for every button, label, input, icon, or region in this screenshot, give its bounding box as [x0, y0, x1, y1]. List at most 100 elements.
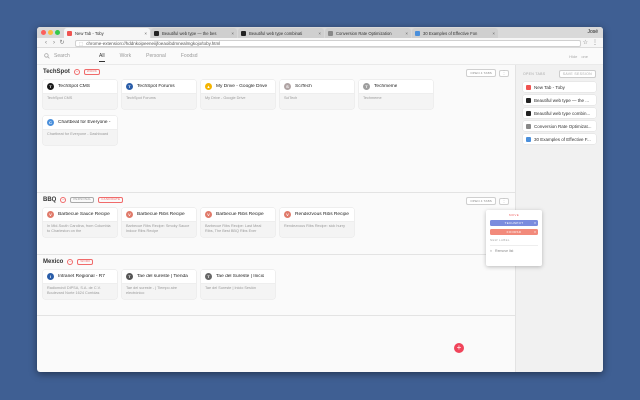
- url-text: chrome-extension://hddnkoipeeneiijfoeaoi…: [86, 41, 221, 46]
- collection-title[interactable]: BBQ: [43, 197, 56, 203]
- open-tab-item[interactable]: 30 Examples of Effective F...: [523, 134, 596, 144]
- collection-options-icon[interactable]: −: [73, 69, 80, 75]
- remove-list-option[interactable]: × Remove list: [490, 249, 538, 253]
- search-icon: [44, 53, 50, 59]
- tab-favicon-icon: [241, 30, 246, 36]
- bookmark-star-icon[interactable]: ☆: [583, 39, 588, 46]
- collection-title[interactable]: Mexico: [43, 259, 63, 265]
- reload-icon[interactable]: ↻: [58, 39, 66, 46]
- open-tab-label: New Tab - Toby: [534, 84, 565, 90]
- filter-tab-personal[interactable]: Personal: [146, 53, 166, 62]
- bookmark-card[interactable]: S SciTech SciTech: [280, 80, 354, 109]
- card-description: Barbecue Ribs Recipe: Last Meal Ribs, Th…: [205, 224, 262, 233]
- profile-name[interactable]: José: [587, 29, 598, 35]
- open-tab-label: Conversion Rate Optimizat...: [534, 123, 592, 129]
- account-menu[interactable]: one: [581, 54, 588, 59]
- bookmark-card[interactable]: V Rendezvous Ribs Recipe Rendezvous Ribs R…: [280, 208, 354, 237]
- filter-tab-all[interactable]: All: [99, 53, 105, 62]
- open-tab-item[interactable]: Beautiful web type combin...: [523, 108, 596, 118]
- open-tabs-header: OPEN TABS SAVE SESSION: [523, 70, 596, 78]
- bookmark-card[interactable]: T TechSpot CMS TechSpot CMS: [43, 80, 117, 109]
- card-header: C Chartbeat for Everyone -: [43, 116, 117, 130]
- card-header: ▲ My Drive - Google Drive: [201, 80, 275, 94]
- tab-favicon-icon: [526, 97, 531, 103]
- collection-title[interactable]: TechSpot: [43, 69, 70, 75]
- close-icon[interactable]: ×: [231, 31, 234, 36]
- bookmark-card[interactable]: T Techmeme Techmeme: [359, 80, 433, 109]
- search-box[interactable]: Search: [44, 53, 70, 59]
- collection-actions: OPEN 4 TABS ⋮: [466, 197, 509, 205]
- open-tab-item[interactable]: New Tab - Toby: [523, 82, 596, 92]
- label-badge[interactable]: PERSONAL: [70, 197, 95, 203]
- site-favicon-icon: V: [47, 211, 54, 218]
- collection-bbq: BBQ − PERSONAL CANDIDATE OPEN 4 TABS ⋮ V Barbec…: [37, 193, 515, 255]
- open-tab-label: 30 Examples of Effective F...: [534, 136, 591, 142]
- tab-favicon-icon: [526, 136, 531, 142]
- browser-tab[interactable]: New Tab - Toby ×: [64, 28, 150, 38]
- card-title: Barbecue Sauce Recipe: [58, 212, 110, 217]
- card-title: Rendezvous Ribs Recipe: [295, 212, 349, 217]
- card-title: Chartbeat for Everyone -: [58, 120, 111, 125]
- minimize-window-button[interactable]: [48, 30, 53, 35]
- label-badge[interactable]: WORK: [83, 69, 101, 75]
- label-badge[interactable]: WORK: [77, 259, 94, 265]
- tab-favicon-icon: [526, 84, 531, 90]
- bookmark-card[interactable]: V Barbecue Ribs Recipe Barbecue Ribs Recip…: [122, 208, 196, 237]
- collection-options-icon[interactable]: −: [60, 197, 67, 203]
- close-icon[interactable]: ×: [144, 31, 147, 36]
- move-to-techspot-option[interactable]: TECHSPOT ▾: [490, 220, 538, 226]
- card-header: V Barbecue Ribs Recipe: [201, 208, 275, 222]
- forward-icon[interactable]: ›: [50, 40, 58, 46]
- bookmark-card[interactable]: I Intranet Regional - R7 Radiomóvil DIPSA,…: [43, 270, 117, 299]
- site-favicon-icon: T: [363, 83, 370, 90]
- card-title: TechSpot Forums: [137, 84, 175, 89]
- filter-tab-foodsd[interactable]: Foodsd: [181, 53, 198, 62]
- collection-options-icon[interactable]: −: [67, 259, 74, 265]
- open-tabs-button[interactable]: OPEN 4 TABS: [466, 197, 496, 205]
- browser-tab[interactable]: Conversion Rate Optimization ×: [325, 28, 411, 38]
- more-options-icon[interactable]: ⋮: [499, 69, 509, 77]
- open-tab-item[interactable]: Beautiful web type — the ...: [523, 95, 596, 105]
- browser-tab[interactable]: Beautiful web type — the bes ×: [151, 28, 237, 38]
- bookmark-card[interactable]: V Barbecue Ribs Recipe Barbecue Ribs Recip…: [201, 208, 275, 237]
- card-description: Chartbeat for Everyone - Dashboard: [47, 132, 109, 136]
- close-icon[interactable]: ×: [405, 31, 408, 36]
- open-tab-item[interactable]: Conversion Rate Optimizat...: [523, 121, 596, 131]
- card-description: Tae del sureste - | Tiempo aire electrón…: [126, 286, 178, 295]
- close-icon[interactable]: ×: [492, 31, 495, 36]
- bookmark-card[interactable]: T Tae del Sureste | Inicio Tae del Sureste…: [201, 270, 275, 299]
- card-title: Barbecue Ribs Recipe: [137, 212, 185, 217]
- tab-title: Conversion Rate Optimization: [336, 30, 392, 36]
- close-icon[interactable]: ×: [318, 31, 321, 36]
- filter-tab-work[interactable]: Work: [120, 53, 132, 62]
- add-collection-button[interactable]: +: [454, 343, 464, 353]
- browser-menu-icon[interactable]: ⋮: [592, 39, 598, 46]
- save-session-button[interactable]: SAVE SESSION: [558, 70, 596, 78]
- card-header: T TechSpot CMS: [43, 80, 117, 94]
- browser-tab[interactable]: Beautiful web type combinati ×: [238, 28, 324, 38]
- open-tab-label: Beautiful web type — the ...: [534, 97, 590, 103]
- zoom-window-button[interactable]: [55, 30, 60, 35]
- back-icon[interactable]: ‹: [42, 40, 50, 46]
- bookmark-card[interactable]: ▲ My Drive - Google Drive My Drive - Googl…: [201, 80, 275, 109]
- bookmark-card[interactable]: T TechSpot Forums TechSpot Forums: [122, 80, 196, 109]
- card-title: TechSpot CMS: [58, 84, 90, 89]
- filter-tabs: All Work Personal Foodsd: [99, 53, 198, 62]
- bookmark-card[interactable]: V Barbecue Sauce Recipe In Mid-South Carol…: [43, 208, 117, 237]
- tab-title: 30 Examples of Effective Fon: [423, 30, 478, 36]
- bookmark-card[interactable]: C Chartbeat for Everyone - Chartbeat for …: [43, 116, 117, 145]
- collection-header: BBQ − PERSONAL CANDIDATE: [43, 197, 124, 203]
- card-header: T Tae del Sureste | Inicio: [201, 270, 275, 284]
- bookmark-card[interactable]: T Tae del sureste | Tienda Tae del sureste…: [122, 270, 196, 299]
- label-badge[interactable]: CANDIDATE: [98, 197, 124, 203]
- move-to-foodsd-option[interactable]: FOODSD ▾: [490, 229, 538, 235]
- browser-tab[interactable]: 30 Examples of Effective Fon ×: [412, 28, 498, 38]
- hide-toggle[interactable]: Hide: [569, 54, 577, 59]
- open-tabs-button[interactable]: OPEN 4 TABS: [466, 69, 496, 77]
- close-window-button[interactable]: [41, 30, 46, 35]
- collection-actions: OPEN 4 TABS ⋮: [466, 69, 509, 77]
- card-title: Intranet Regional - R7: [58, 274, 105, 279]
- more-options-icon[interactable]: ⋮: [499, 197, 509, 205]
- address-bar[interactable]: ⬚ chrome-extension://hddnkoipeeneiijfoea…: [75, 40, 581, 47]
- new-label-option[interactable]: NEW LABEL: [490, 238, 538, 242]
